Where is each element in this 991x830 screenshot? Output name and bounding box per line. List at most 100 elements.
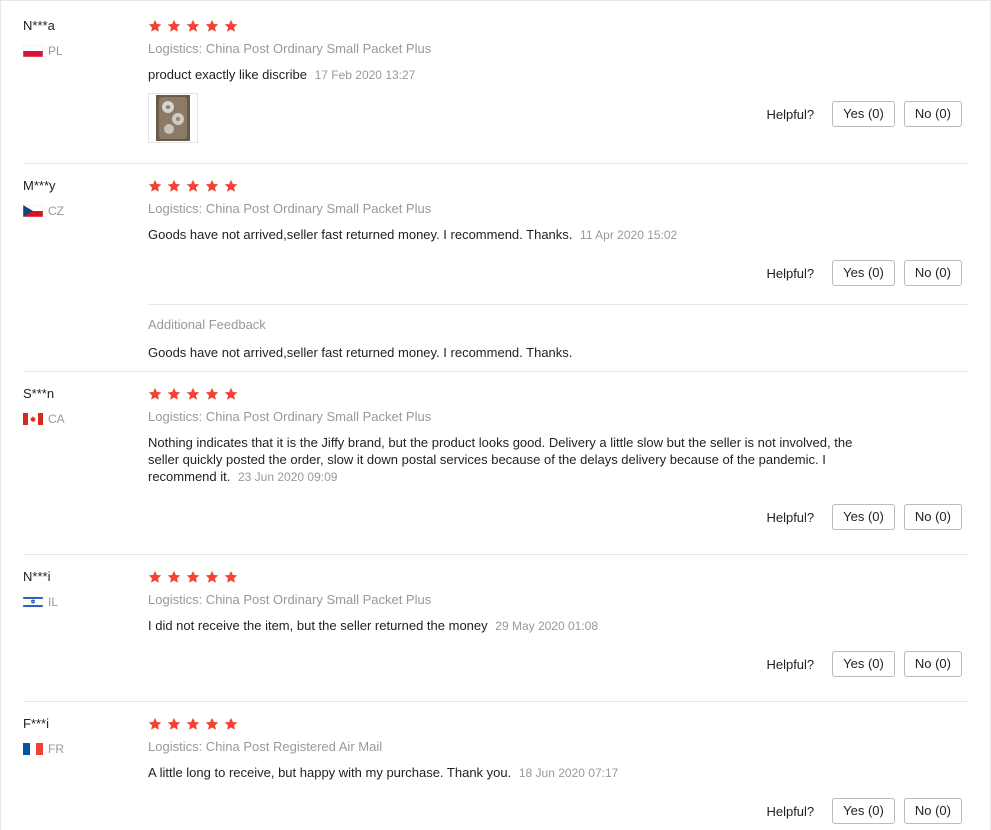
review-body: Logistics: China Post Ordinary Small Pac… — [148, 178, 968, 244]
helpful-controls: Helpful? Yes (0) No (0) — [766, 798, 962, 824]
review-text: Nothing indicates that it is the Jiffy b… — [148, 434, 878, 486]
helpful-label: Helpful? — [766, 265, 815, 281]
star-icon — [224, 387, 238, 400]
review-date: 29 May 2020 01:08 — [495, 619, 599, 633]
star-icon — [148, 570, 162, 583]
vote-yes-button[interactable]: Yes (0) — [832, 101, 895, 127]
flag-fr-icon — [23, 743, 43, 755]
additional-feedback-text: Goods have not arrived,seller fast retur… — [148, 345, 573, 360]
star-icon — [205, 179, 219, 192]
reviewer-info: M***y CZ — [23, 178, 133, 218]
helpful-controls: Helpful? Yes (0) No (0) — [766, 101, 962, 127]
review-text: product exactly like discribe 17 Feb 202… — [148, 66, 878, 84]
helpful-label: Helpful? — [766, 803, 815, 819]
vote-no-button[interactable]: No (0) — [903, 504, 962, 530]
star-icon — [167, 179, 181, 192]
star-icon — [224, 570, 238, 583]
star-icon — [167, 570, 181, 583]
star-icon — [148, 19, 162, 32]
review-content: product exactly like discribe — [148, 67, 307, 82]
flag-ca-icon — [23, 413, 43, 425]
review-photo-thumbnail[interactable] — [148, 93, 198, 143]
review-date: 17 Feb 2020 13:27 — [314, 68, 416, 82]
review-divider — [23, 163, 968, 164]
reviewer-country: FR — [23, 742, 133, 756]
vote-no-button[interactable]: No (0) — [903, 260, 962, 286]
star-icon — [148, 717, 162, 730]
star-icon — [186, 19, 200, 32]
reviews-panel: N***a PL Logistics: China Post Ordinary … — [0, 0, 991, 830]
reviewer-name: F***i — [23, 716, 50, 731]
review-text: I did not receive the item, but the sell… — [148, 617, 878, 635]
logistics-info: Logistics: China Post Ordinary Small Pac… — [148, 201, 432, 216]
vote-yes-button[interactable]: Yes (0) — [832, 651, 895, 677]
star-icon — [224, 179, 238, 192]
reviewer-info: F***i FR — [23, 716, 133, 756]
product-photo-icon — [156, 95, 190, 141]
vote-yes-button[interactable]: Yes (0) — [832, 798, 895, 824]
reviewer-info: N***a PL — [23, 18, 133, 58]
country-code: IL — [48, 595, 59, 609]
helpful-controls: Helpful? Yes (0) No (0) — [766, 260, 962, 286]
star-icon — [205, 387, 219, 400]
star-rating — [148, 569, 968, 585]
reviewer-country: PL — [23, 44, 133, 58]
vote-yes-button[interactable]: Yes (0) — [832, 260, 895, 286]
logistics-info: Logistics: China Post Ordinary Small Pac… — [148, 409, 432, 424]
star-icon — [205, 19, 219, 32]
star-icon — [148, 179, 162, 192]
logistics-info: Logistics: China Post Ordinary Small Pac… — [148, 592, 432, 607]
star-rating — [148, 18, 968, 34]
reviewer-country: CA — [23, 412, 133, 426]
additional-feedback-divider — [148, 304, 968, 305]
reviewer-name: M***y — [23, 178, 56, 193]
vote-no-button[interactable]: No (0) — [903, 798, 962, 824]
review-divider — [23, 371, 968, 372]
star-rating — [148, 386, 968, 402]
review-content: I did not receive the item, but the sell… — [148, 618, 488, 633]
flag-pl-icon — [23, 45, 43, 57]
vote-no-button[interactable]: No (0) — [903, 101, 962, 127]
vote-no-button[interactable]: No (0) — [903, 651, 962, 677]
star-icon — [224, 717, 238, 730]
review-text: A little long to receive, but happy with… — [148, 764, 878, 782]
review-body: Logistics: China Post Ordinary Small Pac… — [148, 569, 968, 635]
review-divider — [23, 701, 968, 702]
star-icon — [186, 387, 200, 400]
additional-feedback-label: Additional Feedback — [148, 317, 266, 332]
logistics-info: Logistics: China Post Ordinary Small Pac… — [148, 41, 432, 56]
review-date: 23 Jun 2020 09:09 — [238, 470, 338, 484]
flag-cz-icon — [23, 205, 43, 217]
country-code: CA — [48, 412, 65, 426]
reviewer-name: S***n — [23, 386, 55, 401]
vote-yes-button[interactable]: Yes (0) — [832, 504, 895, 530]
star-icon — [186, 717, 200, 730]
reviewer-info: N***i IL — [23, 569, 133, 609]
review-body: Logistics: China Post Registered Air Mai… — [148, 716, 968, 782]
review-content: Goods have not arrived,seller fast retur… — [148, 227, 573, 242]
logistics-info: Logistics: China Post Registered Air Mai… — [148, 739, 383, 754]
reviewer-name: N***i — [23, 569, 51, 584]
star-icon — [167, 19, 181, 32]
star-icon — [148, 387, 162, 400]
reviewer-name: N***a — [23, 18, 55, 33]
review-body: Logistics: China Post Ordinary Small Pac… — [148, 386, 968, 486]
reviewer-info: S***n CA — [23, 386, 133, 426]
country-code: FR — [48, 742, 64, 756]
helpful-label: Helpful? — [766, 509, 815, 525]
helpful-controls: Helpful? Yes (0) No (0) — [766, 651, 962, 677]
star-icon — [186, 179, 200, 192]
star-rating — [148, 716, 968, 732]
reviewer-country: IL — [23, 595, 133, 609]
helpful-label: Helpful? — [766, 106, 815, 122]
country-code: PL — [48, 44, 63, 58]
review-text: Goods have not arrived,seller fast retur… — [148, 226, 878, 244]
review-date: 18 Jun 2020 07:17 — [518, 766, 619, 780]
flag-il-icon — [23, 596, 43, 608]
star-icon — [205, 717, 219, 730]
review-content: A little long to receive, but happy with… — [148, 765, 512, 780]
reviewer-country: CZ — [23, 204, 133, 218]
helpful-controls: Helpful? Yes (0) No (0) — [766, 504, 962, 530]
review-divider — [23, 554, 968, 555]
helpful-label: Helpful? — [766, 656, 815, 672]
